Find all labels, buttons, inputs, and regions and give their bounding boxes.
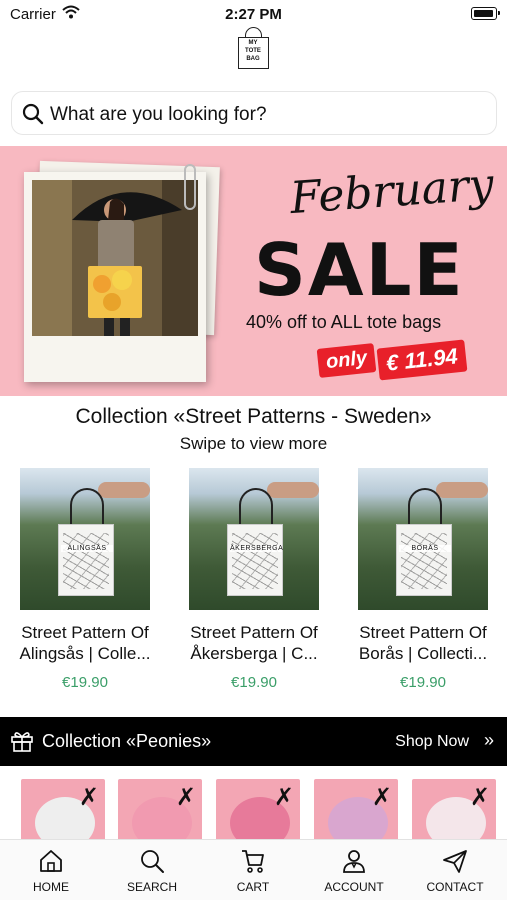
woman-umbrella-illustration xyxy=(32,180,198,336)
sale-banner[interactable]: February SALE 40% off to ALL tote bags o… xyxy=(0,146,507,396)
collection-subtitle: Swipe to view more xyxy=(179,434,328,453)
cart-icon xyxy=(242,850,264,873)
tote-bag-image: ALINGSÅS xyxy=(58,524,114,596)
tab-home[interactable]: HOME xyxy=(1,848,101,894)
peony-logo-mark: ✗ xyxy=(78,784,99,811)
bag-strap xyxy=(239,488,273,528)
peony-product-thumb[interactable]: ✗ xyxy=(216,779,300,841)
collection-title: Collection «Street Patterns - Sweden» xyxy=(75,405,432,428)
peony-product-thumb[interactable]: ✗ xyxy=(21,779,105,841)
product-price: €19.90 xyxy=(231,674,277,691)
tab-search[interactable]: SEARCH xyxy=(102,848,202,894)
banner-only-tag: only xyxy=(316,343,377,378)
search-icon xyxy=(141,850,164,873)
tab-account[interactable]: ACCOUNT xyxy=(304,848,404,894)
shop-now-link[interactable]: Shop Now xyxy=(395,733,469,751)
hand-image xyxy=(436,482,488,498)
product-name: Street Pattern Of Borås | Collecti... xyxy=(358,623,488,663)
chevron-right-icon[interactable]: » xyxy=(484,730,494,751)
banner-subtitle: 40% off to ALL tote bags xyxy=(246,312,442,332)
search-icon xyxy=(22,103,44,125)
product-price: €19.90 xyxy=(62,674,108,691)
hand-image xyxy=(267,482,319,498)
tote-bag-image: ÅKERSBERGA xyxy=(227,524,283,596)
peony-logo-mark: ✗ xyxy=(273,784,294,811)
banner-polaroid xyxy=(24,172,206,382)
battery-icon xyxy=(471,7,500,20)
status-bar: Carrier 2:27 PM xyxy=(0,0,507,28)
peony-logo-mark: ✗ xyxy=(469,784,490,811)
gift-icon xyxy=(11,732,33,752)
banner-month: February xyxy=(288,158,496,225)
map-pattern xyxy=(63,533,109,589)
clock-time: 2:27 PM xyxy=(225,6,282,23)
account-icon xyxy=(343,850,365,873)
tote-bag-image: BORÅS xyxy=(396,524,452,596)
app-logo[interactable]: MY TOTE BAG xyxy=(236,27,272,69)
bag-strap xyxy=(408,488,442,528)
product-image: ALINGSÅS xyxy=(20,468,150,610)
send-icon xyxy=(443,850,467,873)
banner-photo xyxy=(32,180,198,336)
peony-product-thumb[interactable]: ✗ xyxy=(412,779,496,841)
tab-account-label: ACCOUNT xyxy=(324,880,384,894)
bag-city-label: ALINGSÅS xyxy=(61,545,113,552)
paper-clip-icon xyxy=(184,164,196,210)
tab-contact-label: CONTACT xyxy=(426,880,484,894)
tab-search-label: SEARCH xyxy=(126,880,177,894)
product-image: ÅKERSBERGA xyxy=(189,468,319,610)
map-pattern xyxy=(401,533,447,589)
map-pattern xyxy=(232,533,278,589)
bottom-tab-bar: HOME SEARCH CART ACCOUNT CONTACT xyxy=(0,839,507,900)
banner-headline: SALE xyxy=(254,228,465,312)
logo-text: MY TOTE BAG xyxy=(245,40,261,62)
tab-cart[interactable]: CART xyxy=(203,848,303,894)
home-icon xyxy=(40,850,62,872)
bag-city-label: BORÅS xyxy=(399,545,451,552)
product-name: Street Pattern Of Åkersberga | C... xyxy=(190,623,318,663)
peony-product-thumb[interactable]: ✗ xyxy=(314,779,398,841)
product-price: €19.90 xyxy=(400,674,446,691)
peony-logo-mark: ✗ xyxy=(175,784,196,811)
banner-price-tag: € 11.94 xyxy=(376,339,468,381)
peony-logo-mark: ✗ xyxy=(371,784,392,811)
product-image: BORÅS xyxy=(358,468,488,610)
search-bar[interactable] xyxy=(11,91,497,135)
bag-strap xyxy=(70,488,104,528)
tab-home-label: HOME xyxy=(33,880,69,894)
tab-cart-label: CART xyxy=(236,880,270,894)
product-name: Street Pattern Of Alingsås | Colle... xyxy=(19,623,151,663)
peony-product-thumb[interactable]: ✗ xyxy=(118,779,202,841)
hand-image xyxy=(98,482,150,498)
search-input[interactable] xyxy=(50,104,470,126)
bag-city-label: ÅKERSBERGA xyxy=(230,545,284,552)
peonies-title: Collection «Peonies» xyxy=(42,731,212,751)
peonies-collection-bar[interactable]: Collection «Peonies» Shop Now » xyxy=(0,717,507,766)
tab-contact[interactable]: CONTACT xyxy=(405,848,505,894)
